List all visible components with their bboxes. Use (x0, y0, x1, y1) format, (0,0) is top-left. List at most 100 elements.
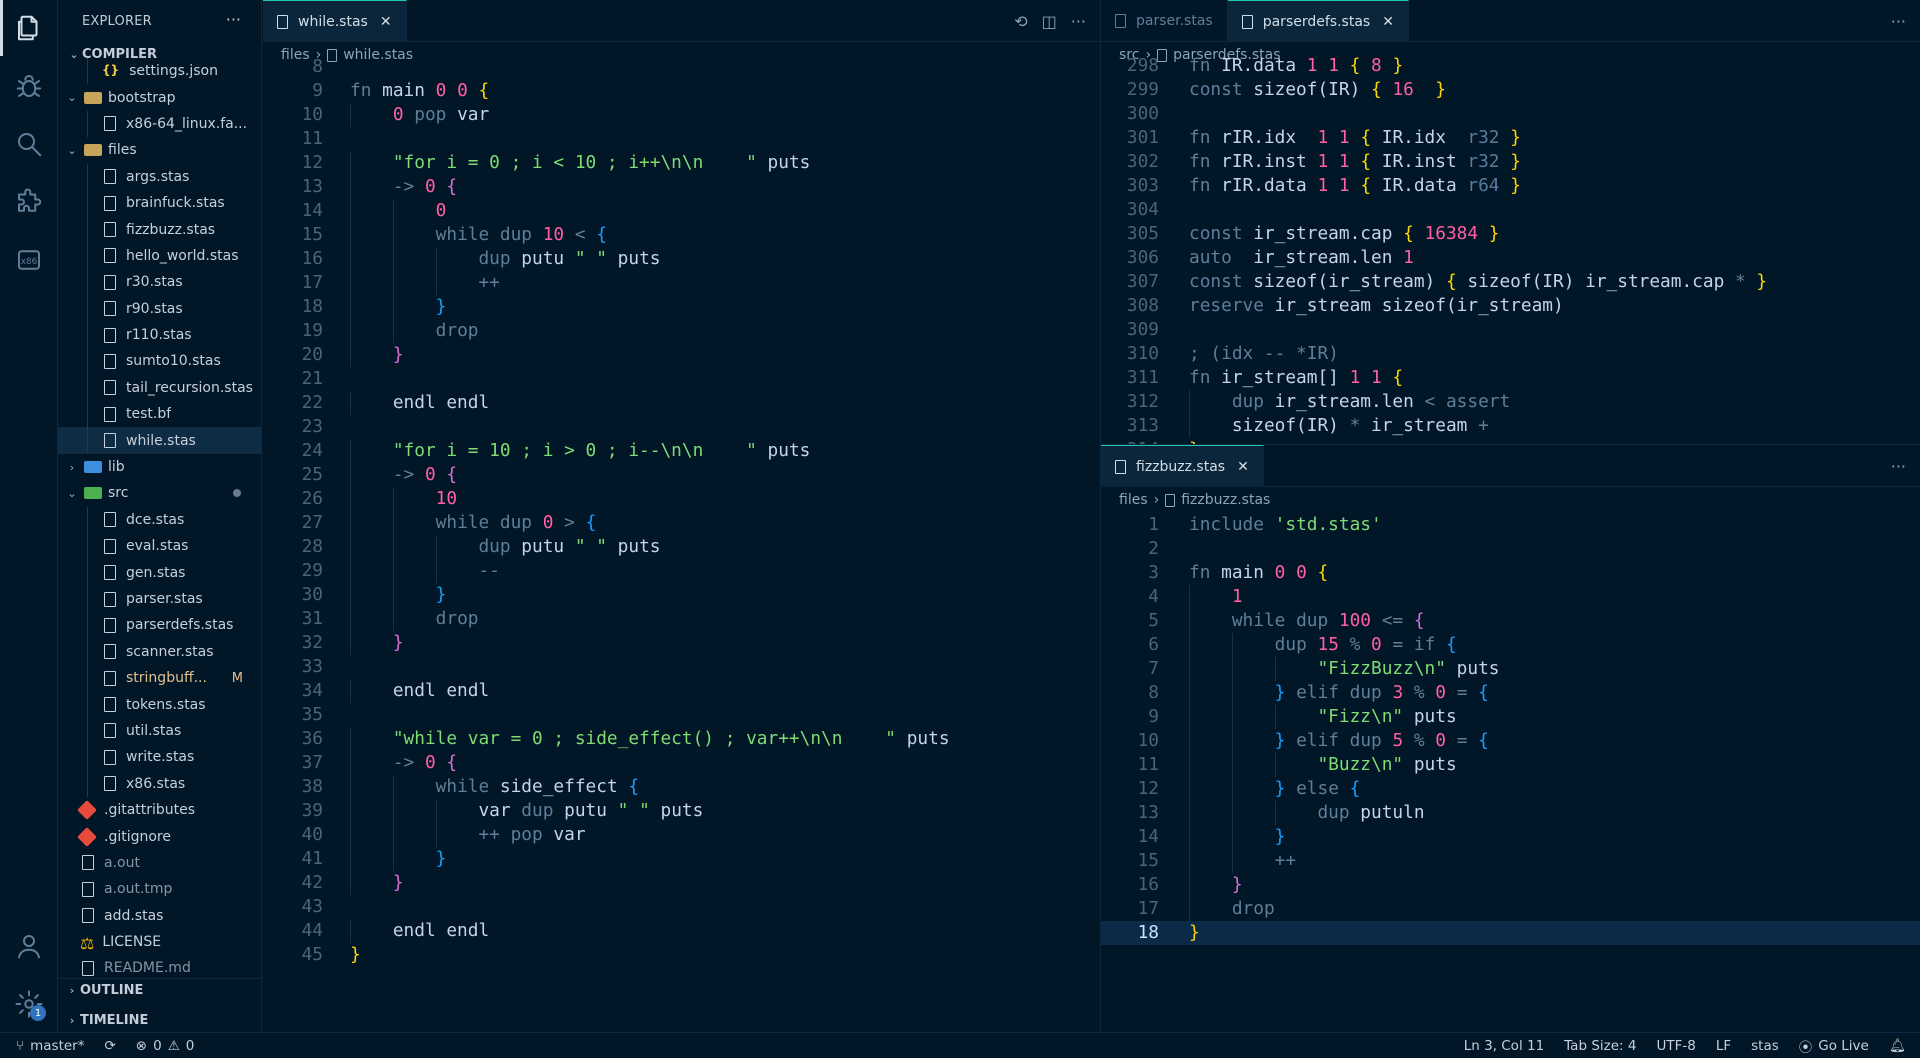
tree-file[interactable]: ⚖ LICENSE (58, 929, 261, 955)
tree-file[interactable]: .gitignore (58, 823, 261, 849)
code-text: endl endl (350, 391, 489, 415)
tab-fizzbuzz-stas[interactable]: fizzbuzz.stas ✕ (1101, 445, 1264, 487)
cursor-position[interactable]: Ln 3, Col 11 (1454, 1038, 1554, 1054)
line-number: 5 (1148, 610, 1159, 631)
tree-file[interactable]: dce.stas (58, 506, 261, 534)
breadcrumb-item[interactable]: files (1119, 492, 1148, 508)
tree-file[interactable]: brainfuck.stas (58, 189, 261, 217)
tree-folder[interactable]: ⌄ src (58, 480, 261, 506)
code-text: "FizzBuzz\n" puts (1189, 657, 1499, 681)
indent-guide (87, 717, 88, 745)
code-token: } (1756, 271, 1768, 292)
line-number: 4 (1148, 586, 1159, 607)
tree-file[interactable]: r90.stas (58, 295, 261, 322)
tree-file[interactable]: stringbuff... M (58, 664, 261, 692)
tree-file[interactable]: util.stas (58, 717, 261, 745)
code-token: { (446, 752, 458, 773)
code-token: side_effect (499, 776, 629, 797)
tree-folder[interactable]: › lib (58, 454, 261, 480)
code-line: 298 fn IR.data 1 1 { 8 } (1101, 54, 1920, 78)
tab-while-stas[interactable]: while.stas ✕ (263, 0, 407, 42)
tree-item-label: fizzbuzz.stas (126, 221, 216, 238)
tree-file[interactable]: add.stas (58, 903, 261, 929)
code-editor-fizzbuzz[interactable]: 1 include 'std.stas' 2 3 fn main 0 0 {4 15 w… (1101, 513, 1920, 945)
tree-file[interactable]: x86-64_linux.fa... (58, 110, 261, 138)
extensions-icon[interactable] (0, 174, 58, 230)
tree-file[interactable]: tokens.stas (58, 691, 261, 718)
tab-parserdefs-stas[interactable]: parserdefs.stas ✕ (1227, 0, 1409, 42)
file-icon (104, 538, 116, 554)
tree-file[interactable]: hello_world.stas (58, 242, 261, 270)
tree-folder[interactable]: ⌄ files (58, 137, 261, 163)
code-text: -- (350, 559, 499, 583)
code-line: 10 0 pop var (263, 103, 1100, 127)
end-of-line[interactable]: LF (1706, 1038, 1741, 1054)
notifications-bell-icon[interactable]: 🔔︎ (1879, 1038, 1920, 1054)
tree-file[interactable]: gen.stas (58, 559, 261, 586)
more-actions-icon[interactable]: ··· (1891, 457, 1906, 476)
tab-size[interactable]: Tab Size: 4 (1554, 1038, 1646, 1054)
breadcrumb-item[interactable]: fizzbuzz.stas (1181, 492, 1270, 508)
tab-parser-stas[interactable]: parser.stas (1101, 0, 1228, 42)
tree-file[interactable]: x86.stas (58, 770, 261, 797)
timeline-section[interactable]: › TIMELINE (58, 1008, 261, 1032)
tree-item-label: tail_recursion.stas (126, 379, 253, 396)
close-icon[interactable]: ✕ (1382, 14, 1394, 30)
more-actions-icon[interactable]: ··· (1891, 12, 1906, 31)
timeline-history-icon[interactable]: ⟲ (1014, 12, 1027, 31)
debug-icon[interactable] (0, 58, 58, 114)
code-token: 3 (1392, 682, 1414, 703)
tree-file[interactable]: scanner.stas (58, 638, 261, 665)
tree-file[interactable]: {} settings.json (58, 58, 261, 85)
code-line: 300 (1101, 102, 1920, 126)
line-number: 3 (1148, 562, 1159, 583)
branch-indicator[interactable]: ⑂ master* (0, 1038, 94, 1054)
code-token: \n\n (660, 152, 704, 173)
file-icon (104, 353, 116, 369)
code-token: { (478, 80, 490, 101)
account-icon[interactable] (0, 918, 58, 974)
line-number: 21 (301, 368, 323, 389)
settings-gear-icon[interactable] (0, 976, 58, 1032)
sync-button[interactable]: ⟳ (94, 1038, 125, 1054)
split-editor-icon[interactable]: ◫ (1042, 12, 1057, 31)
code-token: fn (1189, 55, 1222, 76)
tree-item-label: args.stas (126, 168, 190, 185)
language-mode[interactable]: stas (1741, 1038, 1789, 1054)
tree-file[interactable]: while.stas (58, 427, 261, 454)
tree-file[interactable]: tail_recursion.stas (58, 374, 261, 402)
close-icon[interactable]: ✕ (1237, 459, 1249, 475)
search-icon[interactable] (0, 116, 58, 172)
tree-file[interactable]: .gitattributes (58, 797, 261, 823)
code-token: dup (499, 512, 543, 533)
tree-file[interactable]: a.out (58, 850, 261, 876)
outline-section[interactable]: › OUTLINE (58, 978, 261, 1002)
tree-file[interactable]: eval.stas (58, 533, 261, 560)
code-editor-while[interactable]: 8 9 fn main 0 0 {10 0 pop var 11 12 "for i =… (263, 55, 1100, 967)
tree-file[interactable]: fizzbuzz.stas (58, 216, 261, 243)
line-number: 8 (1148, 682, 1159, 703)
code-text: dup putu " " puts (350, 247, 660, 271)
code-text: const sizeof(IR) { 16 } (1189, 78, 1446, 102)
tree-file[interactable]: r110.stas (58, 321, 261, 349)
code-editor-parserdefs[interactable]: 298 fn IR.data 1 1 { 8 } 299 const sizeof(I… (1101, 54, 1920, 444)
code-line: 18 } (263, 295, 1100, 319)
tree-file[interactable]: sumto10.stas (58, 348, 261, 375)
tree-file[interactable]: a.out.tmp (58, 876, 261, 902)
go-live-button[interactable]: ⦿ Go Live (1789, 1036, 1879, 1056)
tree-file[interactable]: args.stas (58, 163, 261, 190)
explorer-icon[interactable] (0, 0, 58, 56)
x86-icon[interactable]: x86 (0, 232, 58, 288)
more-actions-icon[interactable]: ··· (226, 10, 241, 29)
tree-file[interactable]: write.stas (58, 744, 261, 771)
more-actions-icon[interactable]: ··· (1071, 12, 1086, 31)
problems-indicator[interactable]: ⊗ 0 ⚠ 0 (126, 1038, 205, 1054)
close-icon[interactable]: ✕ (380, 14, 392, 30)
tree-file[interactable]: parser.stas (58, 585, 261, 613)
tree-file[interactable]: r30.stas (58, 269, 261, 296)
tree-file[interactable]: test.bf (58, 401, 261, 428)
tree-file[interactable]: parserdefs.stas (58, 612, 261, 639)
encoding[interactable]: UTF-8 (1646, 1038, 1705, 1054)
tree-folder[interactable]: ⌄ bootstrap (58, 84, 261, 110)
